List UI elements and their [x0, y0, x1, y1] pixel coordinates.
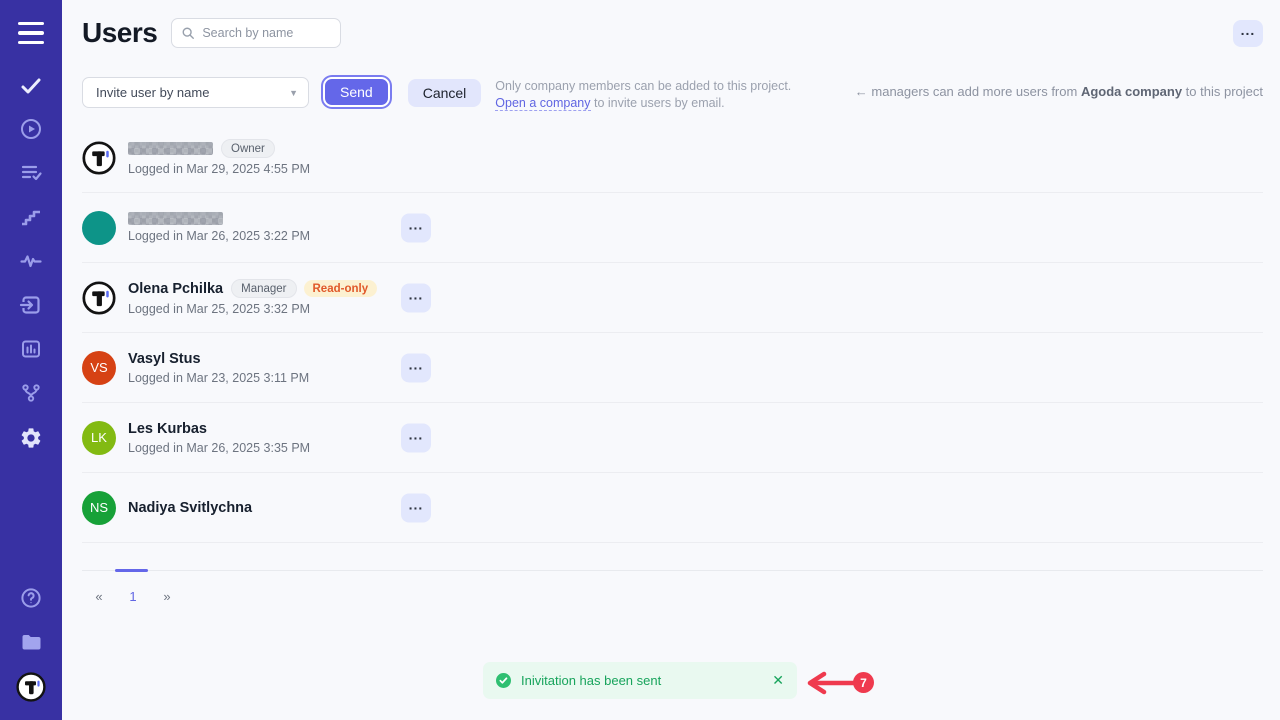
- branch-icon[interactable]: [19, 381, 43, 405]
- redacted-name: [128, 142, 213, 155]
- user-list: Owner Logged in Mar 29, 2025 4:55 PM Log…: [82, 123, 1263, 543]
- user-row: VS Vasyl Stus Logged in Mar 23, 2025 3:1…: [82, 333, 1263, 403]
- steps-icon[interactable]: [19, 205, 43, 229]
- user-info: Les Kurbas Logged in Mar 26, 2025 3:35 P…: [128, 421, 310, 455]
- search-icon: [181, 26, 195, 40]
- user-name: Vasyl Stus: [128, 351, 201, 367]
- app-logo[interactable]: [16, 672, 46, 702]
- user-info: Logged in Mar 26, 2025 3:22 PM: [128, 212, 310, 243]
- user-info: Owner Logged in Mar 29, 2025 4:55 PM: [128, 139, 310, 176]
- cancel-button[interactable]: Cancel: [408, 79, 482, 107]
- success-check-icon: [496, 673, 511, 688]
- invite-note-line2: Open a company to invite users by email.: [495, 95, 791, 112]
- search-input[interactable]: [202, 26, 331, 40]
- manager-note-prefix: ← managers can add more users from: [855, 84, 1081, 99]
- logged-in: Logged in Mar 25, 2025 3:32 PM: [128, 302, 377, 316]
- name-line: Olena Pchilka Manager Read-only: [128, 279, 377, 298]
- open-company-link[interactable]: Open a company: [495, 96, 590, 111]
- ellipsis-icon: ...: [401, 357, 431, 373]
- manager-note: ← managers can add more users from Agoda…: [855, 84, 1263, 99]
- menu-icon[interactable]: [18, 22, 44, 44]
- avatar: [82, 211, 116, 245]
- success-toast: Inivitation has been sent ✕: [483, 662, 797, 699]
- activity-icon[interactable]: [19, 249, 43, 273]
- invite-select-value: Invite user by name: [96, 85, 209, 100]
- user-name: Les Kurbas: [128, 421, 207, 437]
- page-title: Users: [82, 17, 157, 49]
- badges: Owner: [221, 139, 275, 158]
- manager-note-suffix: to this project: [1182, 84, 1263, 99]
- logged-in: Logged in Mar 26, 2025 3:22 PM: [128, 229, 310, 243]
- avatar: LK: [82, 421, 116, 455]
- avatar: NS: [82, 491, 116, 525]
- name-line: Vasyl Stus: [128, 351, 309, 367]
- user-row: NS Nadiya Svitlychna ...: [82, 473, 1263, 543]
- ellipsis-icon: ...: [401, 287, 431, 303]
- page-header: Users ...: [82, 0, 1263, 49]
- user-row: LK Les Kurbas Logged in Mar 26, 2025 3:3…: [82, 403, 1263, 473]
- logged-in: Logged in Mar 26, 2025 3:35 PM: [128, 441, 310, 455]
- search-box: [171, 18, 341, 48]
- active-page-indicator: [115, 569, 148, 572]
- role-badge: Manager: [231, 279, 296, 298]
- role-badge: Read-only: [304, 280, 378, 297]
- pagination-prev[interactable]: «: [82, 584, 116, 609]
- invite-user-select[interactable]: Invite user by name ▼: [82, 77, 309, 108]
- row-menu-button[interactable]: ...: [401, 213, 431, 242]
- ellipsis-icon: ...: [401, 497, 431, 513]
- logo-avatar: [82, 141, 116, 175]
- row-menu-button[interactable]: ...: [401, 283, 431, 312]
- user-name: Olena Pchilka: [128, 281, 223, 297]
- annotation-step-badge: 7: [853, 672, 874, 693]
- role-badge: Owner: [221, 139, 275, 158]
- sign-in-icon[interactable]: [19, 293, 43, 317]
- invite-note-line1: Only company members can be added to thi…: [495, 78, 791, 95]
- check-icon[interactable]: [19, 74, 43, 98]
- pagination: « 1 »: [82, 570, 1263, 609]
- name-line: Les Kurbas: [128, 421, 310, 437]
- toast-message: Inivitation has been sent: [521, 673, 661, 688]
- ellipsis-icon: ...: [1241, 22, 1256, 38]
- toast-close-icon[interactable]: ✕: [772, 672, 784, 689]
- logged-in: Logged in Mar 29, 2025 4:55 PM: [128, 162, 310, 176]
- help-icon[interactable]: [19, 586, 43, 610]
- badges: Manager Read-only: [231, 279, 377, 298]
- docs-folder-icon[interactable]: [19, 630, 43, 654]
- task-list-icon[interactable]: [19, 161, 43, 185]
- settings-icon[interactable]: [19, 426, 43, 450]
- send-button[interactable]: Send: [323, 77, 390, 107]
- row-menu-button[interactable]: ...: [401, 493, 431, 522]
- user-row: Logged in Mar 26, 2025 3:22 PM ...: [82, 193, 1263, 263]
- chevron-down-icon: ▼: [289, 88, 298, 98]
- invite-row: Invite user by name ▼ Send Cancel Only c…: [82, 77, 1263, 112]
- user-info: Olena Pchilka Manager Read-only Logged in…: [128, 279, 377, 316]
- invite-note-line2-rest: to invite users by email.: [591, 96, 725, 110]
- user-row: Owner Logged in Mar 29, 2025 4:55 PM: [82, 123, 1263, 193]
- name-line: Nadiya Svitlychna: [128, 500, 252, 516]
- main-content: Users ... Invite user by name ▼ Send Can…: [62, 0, 1280, 720]
- name-line: [128, 212, 310, 225]
- report-icon[interactable]: [19, 337, 43, 361]
- invite-note: Only company members can be added to thi…: [495, 78, 791, 112]
- avatar: VS: [82, 351, 116, 385]
- pagination-next[interactable]: »: [150, 584, 184, 609]
- logo-avatar: [82, 281, 116, 315]
- row-menu-button[interactable]: ...: [401, 423, 431, 452]
- user-row: Olena Pchilka Manager Read-only Logged in…: [82, 263, 1263, 333]
- logged-in: Logged in Mar 23, 2025 3:11 PM: [128, 371, 309, 385]
- pagination-page-1[interactable]: 1: [116, 584, 150, 609]
- ellipsis-icon: ...: [401, 427, 431, 443]
- user-info: Vasyl Stus Logged in Mar 23, 2025 3:11 P…: [128, 351, 309, 385]
- play-circle-icon[interactable]: [19, 117, 43, 141]
- user-name: Nadiya Svitlychna: [128, 500, 252, 516]
- redacted-name: [128, 212, 223, 225]
- name-line: Owner: [128, 139, 310, 158]
- page-more-button[interactable]: ...: [1233, 20, 1263, 47]
- sidebar: [0, 0, 62, 720]
- user-info: Nadiya Svitlychna: [128, 500, 252, 516]
- row-menu-button[interactable]: ...: [401, 353, 431, 382]
- ellipsis-icon: ...: [401, 217, 431, 233]
- manager-note-company: Agoda company: [1081, 84, 1182, 99]
